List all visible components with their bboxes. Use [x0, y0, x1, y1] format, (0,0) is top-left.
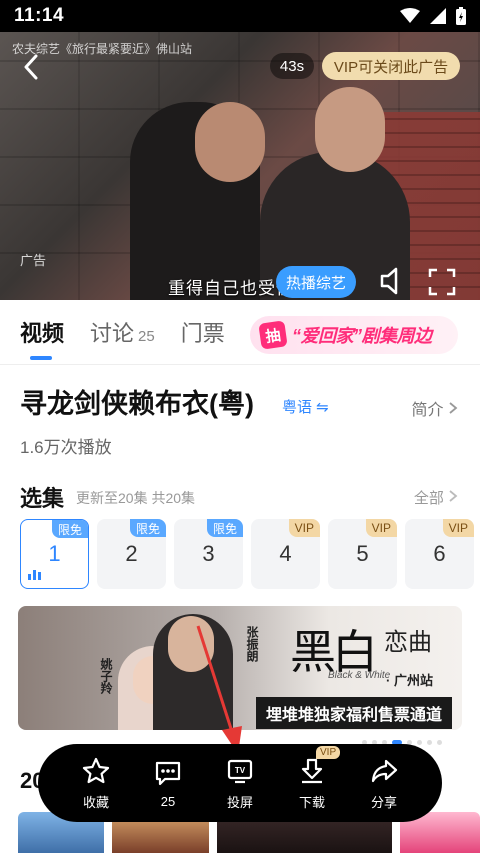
video-subtitle: 重得自己也受伤了: [168, 279, 312, 299]
hot-variety-button[interactable]: 热播综艺: [276, 266, 356, 298]
divider: [0, 364, 480, 365]
banner-logo-small: 恋曲: [384, 628, 432, 656]
download-icon: [301, 758, 323, 783]
battery-icon: [456, 7, 466, 25]
share-button[interactable]: 分享: [356, 756, 412, 811]
back-button[interactable]: [16, 52, 46, 82]
status-icons: [400, 7, 466, 25]
comments-button[interactable]: 25: [140, 758, 196, 809]
episode-item[interactable]: VIP 5: [328, 519, 397, 589]
fullscreen-icon: [428, 268, 456, 296]
episodes-all-link[interactable]: 全部: [414, 487, 458, 508]
favorite-label: 收藏: [82, 794, 109, 810]
annotation-arrow: [196, 625, 242, 754]
episode-number: 1: [48, 541, 61, 566]
svg-text:TV: TV: [235, 766, 246, 775]
back-arrow-icon: [24, 54, 38, 80]
episode-number: 5: [356, 541, 369, 566]
comment-icon: [155, 761, 181, 785]
volume-button[interactable]: [378, 266, 406, 296]
download-vip-tag: VIP: [316, 745, 341, 759]
speaker-icon: [380, 267, 398, 295]
ad-countdown: 43s: [270, 53, 314, 79]
language-switch[interactable]: 粤语 ⇋: [282, 396, 329, 417]
cast-button[interactable]: TV 投屏: [212, 756, 268, 811]
share-icon: [371, 759, 398, 782]
episode-item[interactable]: 限免 1: [20, 519, 89, 589]
episodes-subheading: 更新至20集 共20集: [76, 490, 196, 506]
video-person-left-head: [195, 102, 265, 182]
tab-tickets-label: 门票: [180, 321, 225, 346]
fullscreen-button[interactable]: [428, 268, 456, 296]
episode-number: 2: [125, 541, 138, 566]
banner-logo-english: Black & White: [328, 670, 391, 681]
episode-badge: 限免: [206, 519, 243, 537]
promo-banner[interactable]: 抽 “爱回家”剧集周边: [250, 316, 458, 354]
video-person-right-head: [315, 87, 385, 172]
episode-badge: VIP: [288, 519, 320, 537]
episodes-all-label: 全部: [413, 490, 444, 507]
episode-badge: VIP: [365, 519, 397, 537]
episode-item[interactable]: VIP 4: [251, 519, 320, 589]
wifi-icon: [400, 8, 420, 23]
ad-label: 广告: [20, 253, 47, 268]
episode-badge: VIP: [442, 519, 474, 537]
banner-cta-text: 埋堆堆独家福利售票通道: [255, 697, 452, 729]
carousel-dot: [417, 740, 422, 745]
episode-item[interactable]: 限免 3: [174, 519, 243, 589]
promo-mark: 抽: [258, 320, 288, 350]
tab-tickets[interactable]: 门票: [181, 316, 225, 348]
download-button[interactable]: VIP 下载: [284, 745, 341, 811]
chevron-right-icon: [449, 402, 458, 414]
intro-link[interactable]: 简介: [412, 396, 458, 420]
favorite-button[interactable]: 收藏: [68, 756, 124, 811]
play-count: 1.6万次播放: [20, 438, 112, 457]
tab-video[interactable]: 视频: [20, 316, 65, 360]
chevron-right-icon: [449, 490, 458, 502]
tab-video-label: 视频: [20, 321, 65, 346]
episode-number: 6: [433, 541, 446, 566]
banner-name-left: 姚子羚: [99, 658, 113, 694]
vip-close-ad-button[interactable]: VIP可关闭此广告: [322, 52, 460, 80]
tab-discussion-count: 25: [138, 328, 155, 345]
comments-count: 25: [160, 793, 176, 809]
tv-cast-icon: TV: [227, 759, 253, 783]
share-label: 分享: [370, 794, 397, 810]
tab-discussion-label: 讨论: [90, 321, 135, 346]
playing-bars-icon: [28, 570, 41, 580]
star-icon: [82, 757, 110, 783]
signal-icon: [430, 8, 446, 24]
status-bar: 11:14: [0, 0, 480, 32]
cast-label: 投屏: [226, 794, 253, 810]
carousel-dot: [437, 740, 442, 745]
video-player[interactable]: 农夫综艺《旅行最紧要近》佛山站 43s VIP可关闭此广告 广告 重得自己也受伤…: [0, 32, 480, 300]
action-bar: 收藏 25 TV 投屏 VIP 下载 分享: [38, 744, 442, 822]
carousel-dot: [427, 740, 432, 745]
intro-label: 简介: [411, 402, 444, 419]
episode-badge: 限免: [51, 520, 88, 538]
episode-item[interactable]: 限免 2: [97, 519, 166, 589]
episodes-heading: 选集: [20, 486, 65, 511]
episode-number: 4: [279, 541, 292, 566]
promo-text: “爱回家”剧集周边: [292, 326, 432, 346]
episode-number: 3: [202, 541, 215, 566]
banner-city: · 广州站: [386, 673, 433, 688]
episode-list: 限免 1 限免 2 限免 3 VIP 4 VIP 5 VIP 6: [20, 519, 474, 589]
download-label: 下载: [298, 794, 325, 810]
show-title: 寻龙剑侠赖布衣(粤): [20, 389, 254, 419]
episode-item[interactable]: VIP 6: [405, 519, 474, 589]
tab-discussion[interactable]: 讨论 25: [90, 316, 155, 348]
status-time: 11:14: [14, 5, 65, 26]
episode-badge: 限免: [129, 519, 166, 537]
